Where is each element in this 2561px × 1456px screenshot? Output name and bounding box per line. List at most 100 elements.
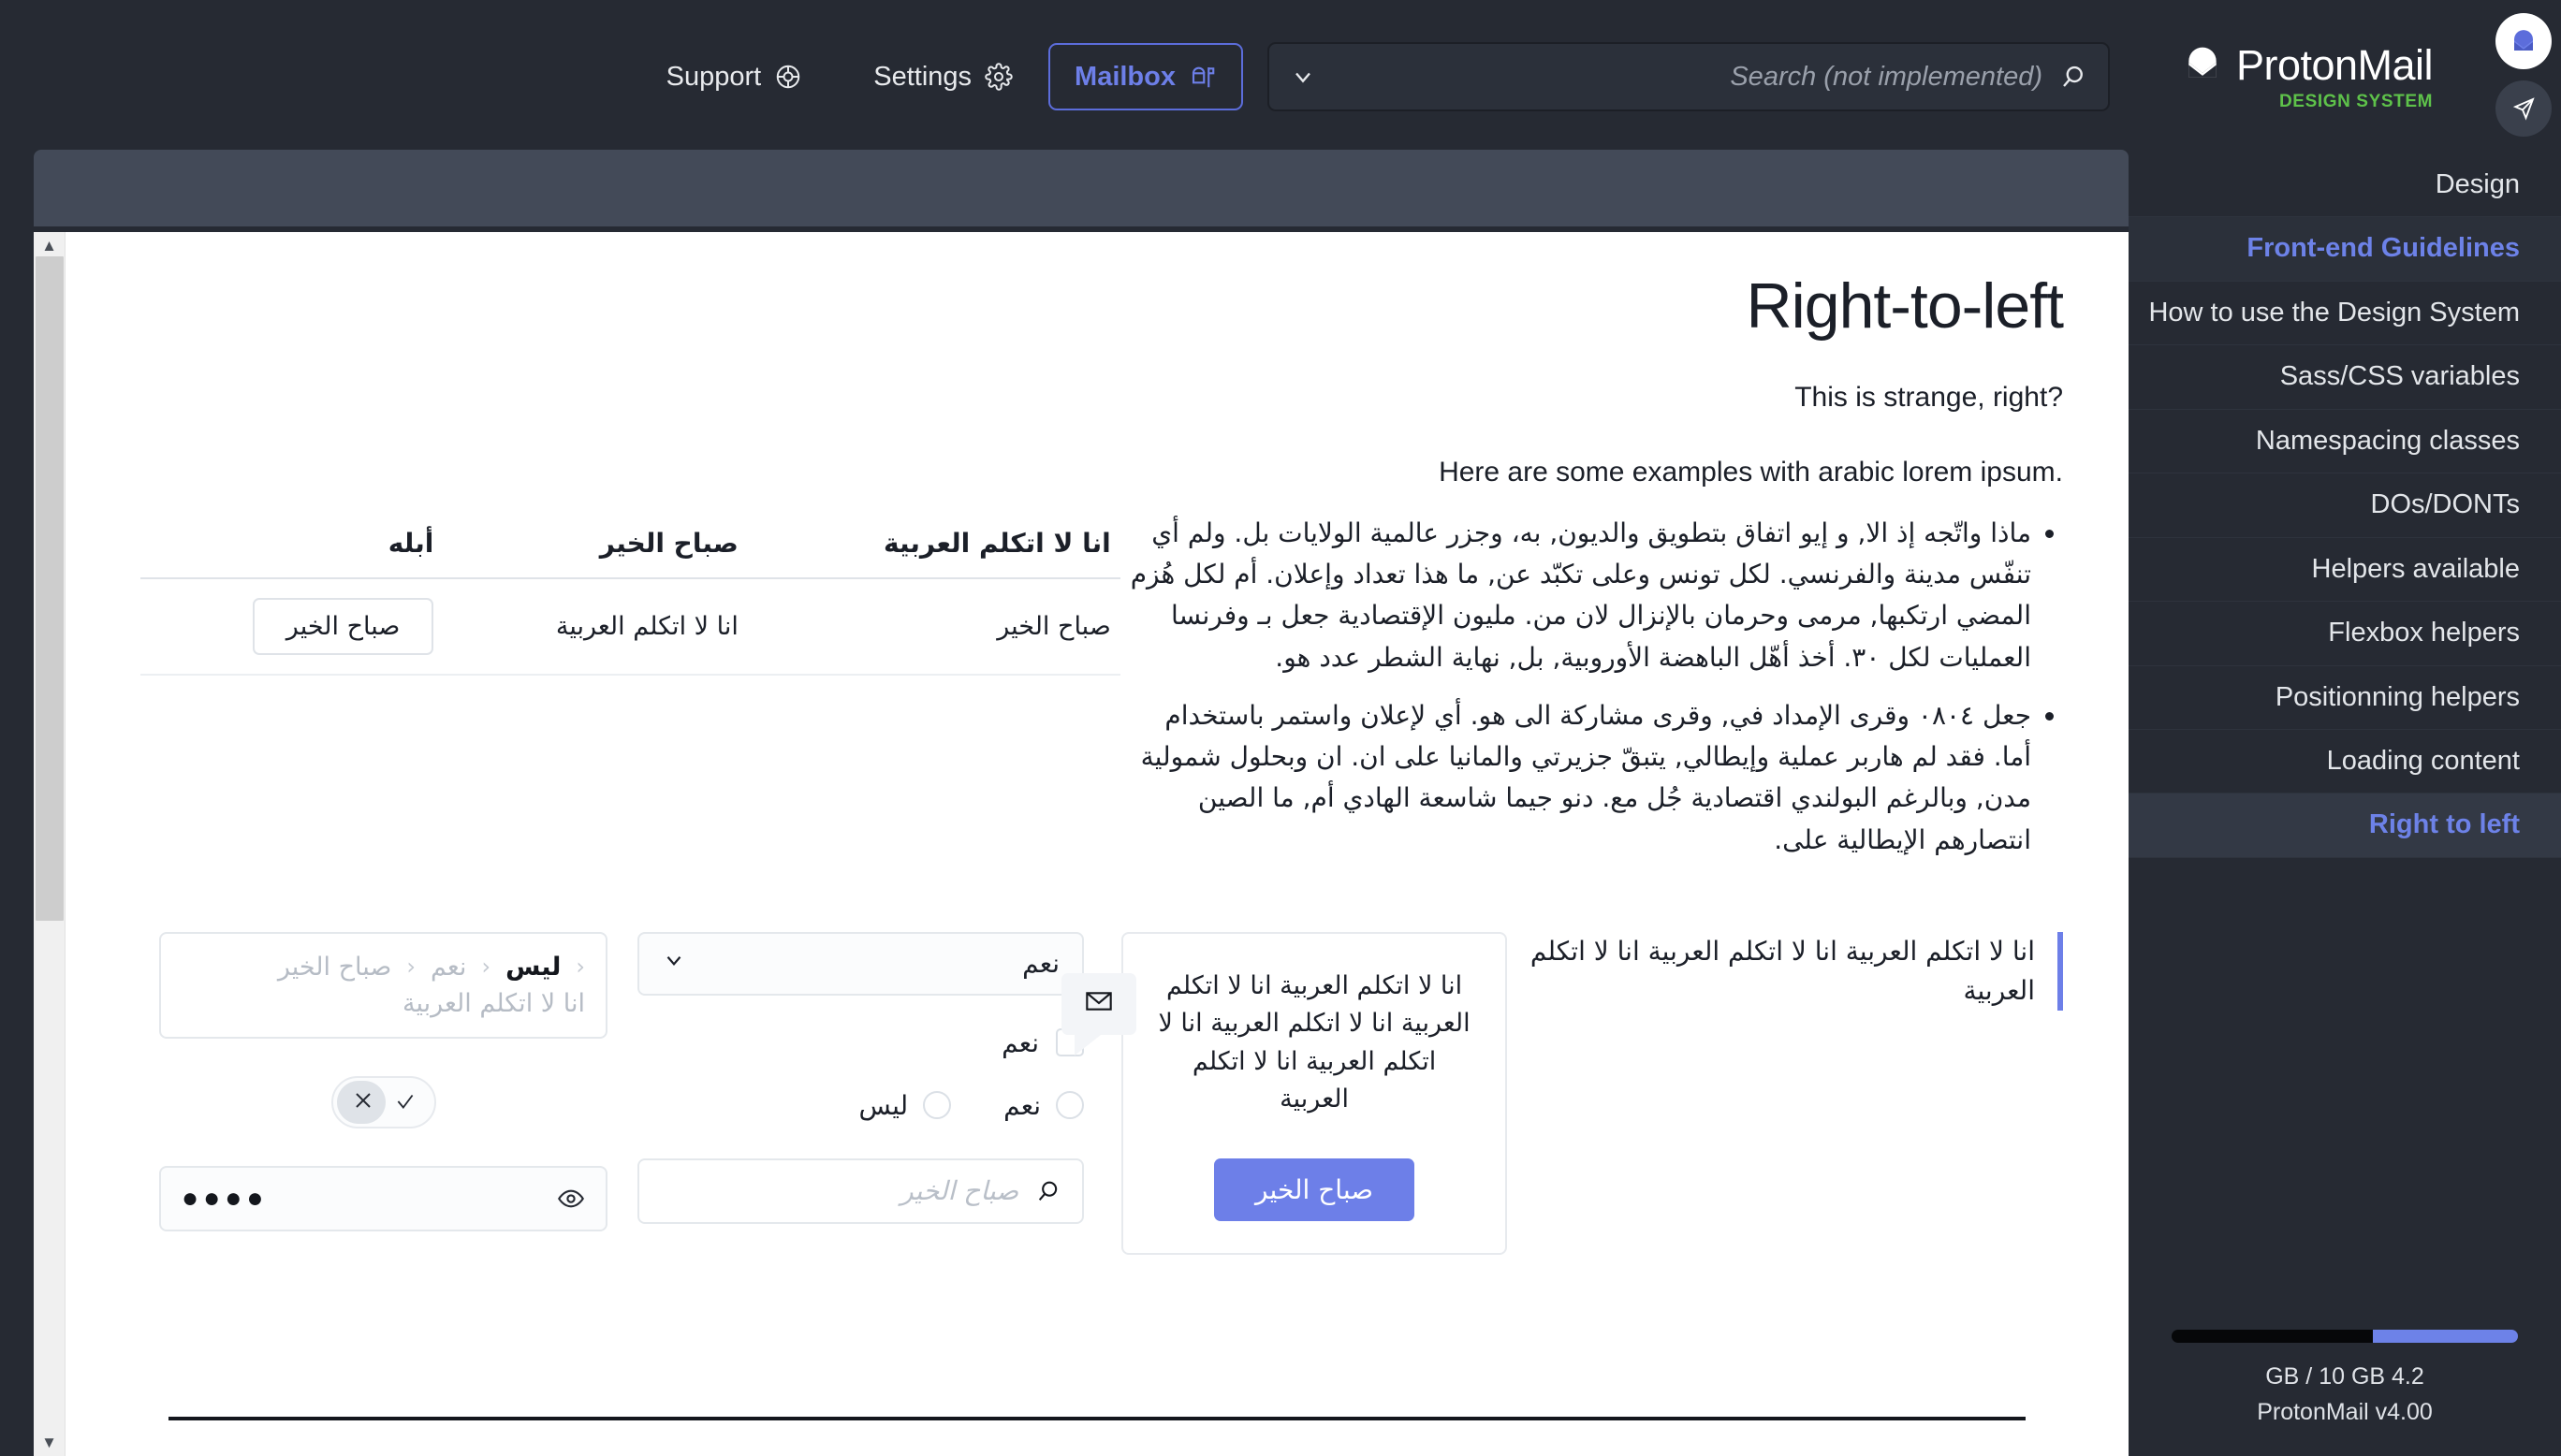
sidebar-item-label: Sass/CSS variables — [2279, 361, 2520, 392]
storage-bar-free — [2172, 1330, 2373, 1343]
check-icon — [393, 1089, 417, 1120]
brand-header: ProtonMail DESIGN SYSTEM — [2129, 0, 2561, 153]
chevron-down-icon[interactable] — [662, 948, 686, 979]
nav-item-label: Mailbox — [1075, 62, 1176, 92]
sidebar-footer: GB / 10 GB 4.2 ProtonMail v4.00 — [2129, 1330, 2561, 1456]
sidebar-item-sass-css-variables[interactable]: Sass/CSS variables — [2129, 345, 2561, 410]
sidebar-item-label: Helpers available — [2311, 553, 2520, 584]
table-header-row: انا لا اتكلم العربية صباح الخير أبله — [140, 513, 1120, 579]
table-column: انا لا اتكلم العربية صباح الخير أبله صبا… — [131, 513, 1120, 676]
sidebar-item-how-to-use-the-design-system[interactable]: How to use the Design System — [2129, 282, 2561, 346]
sidebar-item-front-end-guidelines[interactable]: Front-end Guidelines — [2129, 217, 2561, 282]
sidebar-item-loading-content[interactable]: Loading content — [2129, 730, 2561, 794]
radio-option[interactable]: ليس — [858, 1089, 952, 1121]
breadcrumb-item-current[interactable]: ليس — [505, 953, 561, 982]
radio-option[interactable]: نعم — [1003, 1089, 1085, 1121]
nav-item-label: Settings — [873, 62, 973, 92]
tooltip-bubble — [1061, 972, 1137, 1056]
radio-label: نعم — [1003, 1089, 1042, 1121]
gear-icon — [985, 63, 1013, 91]
card-primary-button[interactable]: صباح الخير — [1214, 1158, 1415, 1221]
info-card: انا لا اتكلم العربية انا لا اتكلم العربي… — [1121, 931, 1508, 1255]
sidebar-item-right-to-left[interactable]: Right to left — [2129, 794, 2561, 858]
envelope-icon — [1084, 986, 1114, 1021]
card-text: انا لا اتكلم العربية انا لا اتكلم العربي… — [1158, 970, 1471, 1114]
proton-vpn-icon[interactable] — [2495, 80, 2552, 137]
breadcrumb-subtext: انا لا اتكلم العربية — [402, 988, 585, 1018]
sidebar-top-icons — [2495, 13, 2552, 137]
table-header-cell: انا لا اتكلم العربية — [747, 513, 1120, 579]
sidebar-item-label: How to use the Design System — [2148, 297, 2520, 328]
breadcrumb-items: ‹ ليس ‹ نعم ‹ صباح الخير — [182, 953, 585, 982]
radio-input[interactable] — [923, 1091, 952, 1120]
nav-item-list: Support Settings Mailbox Search (not imp… — [631, 42, 2110, 111]
search-field-placeholder: صباح الخير — [900, 1175, 1019, 1207]
search-input[interactable] — [1333, 61, 2042, 93]
scroll-up-icon[interactable]: ▲ — [41, 232, 57, 259]
password-value: ●●●● — [182, 1182, 269, 1214]
toggle-switch[interactable] — [330, 1075, 436, 1128]
brand-tagline: DESIGN SYSTEM — [2278, 92, 2434, 111]
radio-group: نعم ليس — [858, 1089, 1085, 1121]
list-item: ماذا واتّجه إذ الا, و إيو اتفاق بتطويق و… — [1120, 513, 2031, 678]
blockquote: انا لا اتكلم العربية انا لا اتكلم العربي… — [1507, 931, 2063, 1011]
app-version: ProtonMail v4.00 — [2257, 1398, 2433, 1425]
sidebar-item-label: DOs/DONTs — [2370, 489, 2521, 520]
scroll-down-icon[interactable]: ▼ — [41, 1429, 57, 1456]
table-row-button[interactable]: صباح الخير — [252, 598, 434, 655]
nav-item-mailbox[interactable]: Mailbox — [1048, 43, 1243, 110]
sidebar-item-namespacing-classes[interactable]: Namespacing classes — [2129, 410, 2561, 474]
table-cell: صباح الخير — [747, 578, 1120, 676]
right-sidebar: ProtonMail DESIGN SYSTEM Design Front-en… — [2129, 0, 2561, 1456]
content-split: ماذا واتّجه إذ الا, و إيو اتفاق بتطويق و… — [131, 513, 2063, 878]
chevron-left-icon: ‹ — [406, 954, 416, 981]
sidebar-item-dos-donts[interactable]: DOs/DONTs — [2129, 473, 2561, 538]
search-field[interactable]: صباح الخير — [637, 1158, 1085, 1224]
breadcrumb-column: ‹ ليس ‹ نعم ‹ صباح الخير انا لا اتكلم ال… — [131, 931, 607, 1231]
sidebar-item-label: Front-end Guidelines — [2246, 233, 2520, 264]
scrollbar-thumb[interactable] — [36, 256, 64, 921]
checkbox-label: نعم — [1002, 1026, 1040, 1058]
sidebar-nav-list: Design Front-end Guidelines How to use t… — [2129, 153, 2561, 858]
brand-row: ProtonMail — [2182, 41, 2434, 90]
sidebar-item-helpers-available[interactable]: Helpers available — [2129, 538, 2561, 603]
password-field[interactable]: ●●●● — [159, 1165, 607, 1231]
nav-item-support[interactable]: Support — [631, 43, 839, 110]
sidebar-item-label: Right to left — [2368, 809, 2520, 840]
search-icon[interactable] — [2059, 63, 2087, 91]
work-area-toolbar — [34, 150, 2129, 226]
eye-icon[interactable] — [557, 1185, 585, 1213]
sidebar-item-design[interactable]: Design — [2129, 153, 2561, 218]
lifebuoy-icon — [774, 63, 802, 91]
card-wrapper: انا لا اتكلم العربية انا لا اتكلم العربي… — [1061, 931, 1508, 1255]
protonmail-avatar-icon[interactable] — [2495, 13, 2552, 69]
sidebar-item-label: Design — [2435, 169, 2520, 199]
nav-item-settings[interactable]: Settings — [838, 43, 1048, 110]
arabic-bullet-list: ماذا واتّجه إذ الا, و إيو اتفاق بتطويق و… — [1120, 513, 2063, 861]
breadcrumb-item[interactable]: نعم — [431, 953, 467, 982]
checkbox-row: نعم — [637, 1026, 1085, 1058]
widgets-row: انا لا اتكلم العربية انا لا اتكلم العربي… — [131, 931, 2063, 1255]
breadcrumb-item[interactable]: صباح الخير — [278, 953, 392, 982]
page-lede: ?This is strange, right — [1794, 382, 2063, 413]
vertical-scrollbar[interactable]: ▲ ▼ — [34, 232, 66, 1456]
nav-item-label: Support — [666, 62, 762, 92]
search-icon[interactable] — [1035, 1178, 1061, 1204]
page-lede-secondary: .Here are some examples with arabic lore… — [1439, 457, 2063, 488]
storage-bar-used — [2372, 1330, 2518, 1343]
top-navigation-bar: Support Settings Mailbox Search (not imp… — [0, 0, 2129, 153]
sidebar-item-flexbox-helpers[interactable]: Flexbox helpers — [2129, 602, 2561, 666]
select-dropdown[interactable]: نعم — [637, 931, 1085, 996]
sidebar-item-positionning-helpers[interactable]: Positionning helpers — [2129, 666, 2561, 730]
search-box[interactable] — [1267, 42, 2110, 111]
sidebar-item-label: Namespacing classes — [2255, 425, 2520, 456]
radio-input[interactable] — [1056, 1091, 1085, 1120]
chevron-down-icon[interactable] — [1290, 64, 1316, 90]
storage-label: GB / 10 GB 4.2 — [2265, 1363, 2424, 1390]
sidebar-item-label: Positionning helpers — [2275, 681, 2520, 712]
table-cell: انا لا اتكلم العربية — [443, 578, 748, 676]
page-content: Right-to-left ?This is strange, right .H… — [66, 232, 2129, 1456]
brand-name: ProtonMail — [2235, 41, 2434, 89]
sidebar-item-label: Loading content — [2326, 745, 2520, 776]
radio-label: ليس — [858, 1089, 909, 1121]
